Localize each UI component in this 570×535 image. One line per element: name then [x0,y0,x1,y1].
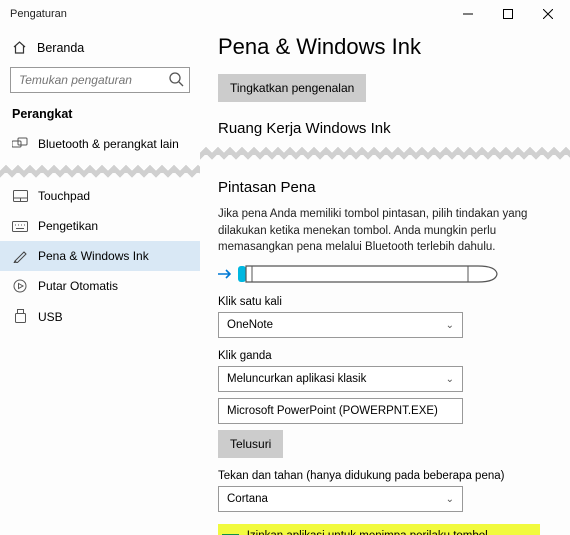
bluetooth-devices-icon [12,137,28,151]
main-content: Pena & Windows Ink Tingkatkan pengenalan… [200,28,570,535]
improve-recognition-button[interactable]: Tingkatkan pengenalan [218,74,366,102]
sidebar-item-label: Putar Otomatis [38,279,118,293]
chevron-down-icon: ⌄ [446,494,454,505]
chevron-down-icon: ⌄ [446,320,454,331]
keyboard-icon [12,221,28,232]
sidebar-item-autoplay[interactable]: Putar Otomatis [0,271,200,301]
double-click-select[interactable]: Meluncurkan aplikasi klasik ⌄ [218,366,463,392]
close-button[interactable] [528,0,568,28]
title-bar: Pengaturan [0,0,570,28]
sidebar-item-label: Bluetooth & perangkat lain [38,137,179,151]
torn-edge-divider-shadow [0,172,200,179]
pen-icon [12,249,28,263]
home-link[interactable]: Beranda [0,34,200,61]
chevron-down-icon: ⌄ [446,374,454,385]
search-container [10,67,190,93]
sidebar-item-label: Pena & Windows Ink [38,249,149,263]
click-once-label: Klik satu kali [218,296,540,308]
app-path-box[interactable]: Microsoft PowerPoint (POWERPNT.EXE) [218,398,463,424]
allow-override-row[interactable]: Izinkan aplikasi untuk menimpa perilaku … [218,524,540,535]
autoplay-icon [12,279,28,293]
press-hold-label: Tekan dan tahan (hanya didukung pada beb… [218,470,540,482]
pen-illustration-row [218,264,540,284]
usb-icon [12,309,28,324]
maximize-icon [503,9,513,19]
sidebar-item-label: USB [38,310,63,324]
torn-edge-divider-main-shadow [200,154,570,161]
double-click-value: Meluncurkan aplikasi klasik [227,373,366,385]
home-label: Beranda [37,41,84,55]
press-hold-value: Cortana [227,493,268,505]
sidebar-item-bluetooth[interactable]: Bluetooth & perangkat lain [0,129,200,159]
sidebar-item-usb[interactable]: USB [0,301,200,332]
app-path-value: Microsoft PowerPoint (POWERPNT.EXE) [227,405,438,417]
sidebar-item-label: Touchpad [38,189,90,203]
arrow-right-icon [218,268,232,280]
search-icon [168,71,184,90]
pen-illustration [238,264,498,284]
maximize-button[interactable] [488,0,528,28]
window-title: Pengaturan [10,8,67,20]
sidebar-item-typing[interactable]: Pengetikan [0,211,200,241]
search-input[interactable] [10,67,190,93]
sidebar: Beranda Perangkat Bluetooth & perangkat … [0,28,200,535]
shortcuts-description: Jika pena Anda memiliki tombol pintasan,… [218,206,528,256]
minimize-icon [463,9,473,19]
sidebar-item-pen[interactable]: Pena & Windows Ink [0,241,200,271]
sidebar-item-label: Pengetikan [38,219,98,233]
workspace-heading: Ruang Kerja Windows Ink [218,120,540,137]
sidebar-item-touchpad[interactable]: Touchpad [0,181,200,211]
home-icon [12,40,27,55]
touchpad-icon [12,190,28,202]
press-hold-select[interactable]: Cortana ⌄ [218,486,463,512]
allow-override-label: Izinkan aplikasi untuk menimpa perilaku … [247,530,530,535]
minimize-button[interactable] [448,0,488,28]
shortcuts-heading: Pintasan Pena [218,179,540,196]
click-once-value: OneNote [227,319,273,331]
window-controls [448,0,568,28]
browse-button[interactable]: Telusuri [218,430,283,458]
sidebar-section-label: Perangkat [0,103,200,129]
close-icon [543,9,553,19]
double-click-label: Klik ganda [218,350,540,362]
click-once-select[interactable]: OneNote ⌄ [218,312,463,338]
page-title: Pena & Windows Ink [218,34,540,60]
